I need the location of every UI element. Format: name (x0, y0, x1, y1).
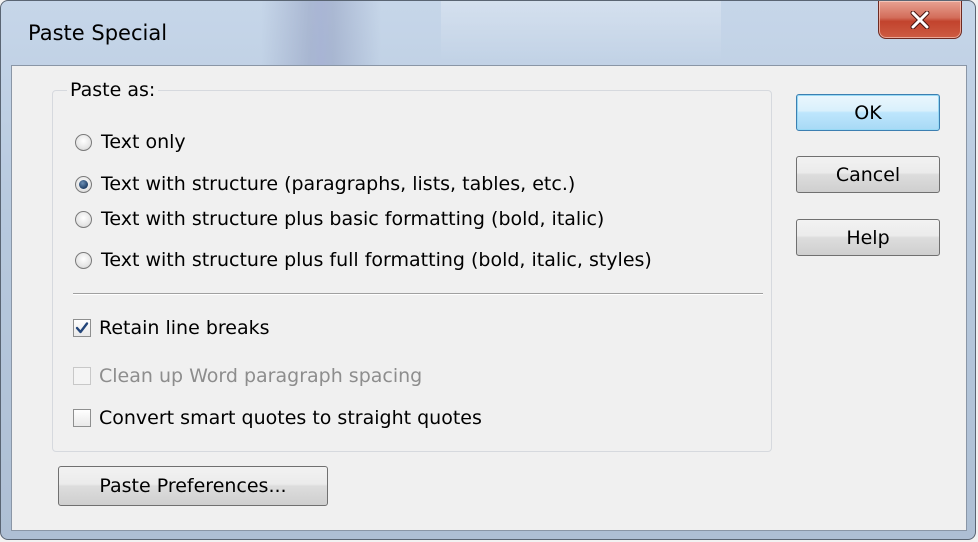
cancel-button[interactable]: Cancel (796, 156, 940, 193)
checkbox-clean-up-word-spacing: Clean up Word paragraph spacing (73, 365, 422, 387)
radio-text-with-structure[interactable]: Text with structure (paragraphs, lists, … (75, 173, 575, 195)
close-icon (910, 10, 930, 29)
paste-special-dialog: Paste Special Paste as: Text only Text w… (0, 0, 976, 540)
radio-label: Text only (101, 131, 186, 153)
help-button[interactable]: Help (796, 219, 940, 256)
radio-button[interactable] (75, 175, 92, 193)
ok-button[interactable]: OK (796, 94, 940, 131)
radio-text-only[interactable]: Text only (75, 131, 186, 153)
checkbox[interactable] (73, 319, 91, 337)
radio-label: Text with structure plus basic formattin… (101, 208, 605, 230)
radio-basic-formatting[interactable]: Text with structure plus basic formattin… (75, 208, 604, 230)
radio-button[interactable] (75, 251, 92, 269)
dialog-body: Paste as: Text only Text with structure … (11, 65, 967, 531)
radio-label: Text with structure plus full formatting… (101, 249, 652, 271)
radio-full-formatting[interactable]: Text with structure plus full formatting… (75, 249, 652, 271)
checkbox-convert-smart-quotes[interactable]: Convert smart quotes to straight quotes (73, 407, 482, 429)
radio-label: Text with structure (paragraphs, lists, … (101, 173, 576, 195)
close-button[interactable] (878, 1, 962, 39)
checkbox-label: Retain line breaks (99, 317, 270, 339)
paste-as-group: Paste as: Text only Text with structure … (52, 79, 772, 452)
title-bar[interactable]: Paste Special (1, 1, 975, 65)
checkbox (73, 367, 91, 385)
group-separator (73, 293, 763, 295)
radio-button[interactable] (75, 210, 92, 228)
window-title: Paste Special (28, 21, 168, 45)
checkbox-label: Clean up Word paragraph spacing (99, 365, 423, 387)
radio-button[interactable] (75, 133, 92, 151)
checkbox-retain-line-breaks[interactable]: Retain line breaks (73, 317, 270, 339)
checkmark-icon (75, 322, 89, 334)
paste-preferences-button[interactable]: Paste Preferences... (58, 466, 328, 506)
checkbox[interactable] (73, 409, 91, 427)
checkbox-label: Convert smart quotes to straight quotes (99, 407, 482, 429)
paste-as-legend: Paste as: (67, 79, 159, 101)
